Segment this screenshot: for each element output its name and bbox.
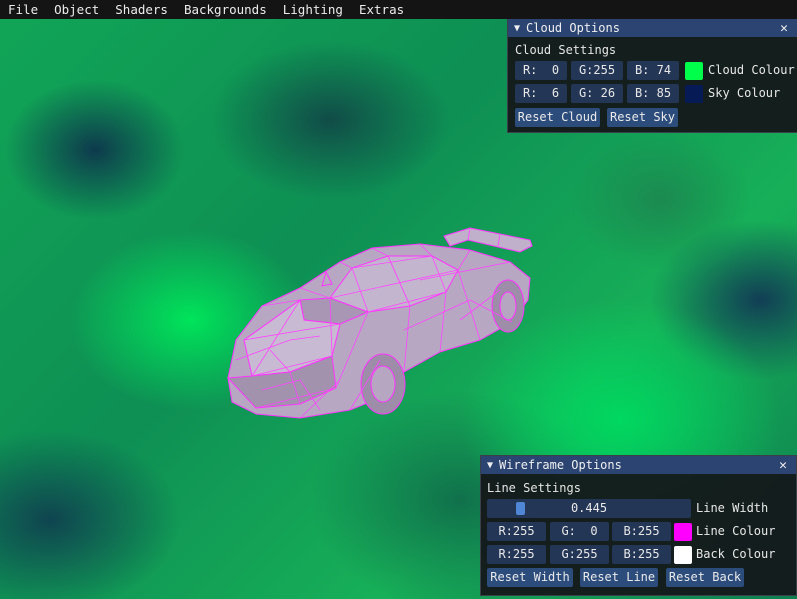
panel-title: Wireframe Options bbox=[499, 458, 622, 472]
cloud-colour-label: Cloud Colour bbox=[708, 63, 795, 77]
cloud-r-field[interactable]: R: 0 bbox=[515, 61, 567, 80]
menu-extras[interactable]: Extras bbox=[351, 0, 412, 19]
reset-width-button[interactable]: Reset Width bbox=[487, 568, 573, 587]
line-width-slider[interactable]: 0.445 bbox=[487, 499, 691, 518]
line-settings-label: Line Settings bbox=[487, 481, 581, 495]
back-colour-swatch[interactable] bbox=[674, 546, 692, 564]
sky-colour-swatch[interactable] bbox=[685, 85, 703, 103]
reset-sky-button[interactable]: Reset Sky bbox=[607, 108, 678, 127]
sky-r-field[interactable]: R: 6 bbox=[515, 84, 567, 103]
menu-backgrounds[interactable]: Backgrounds bbox=[176, 0, 275, 19]
back-g-field[interactable]: G:255 bbox=[550, 545, 609, 564]
line-g-field[interactable]: G: 0 bbox=[550, 522, 609, 541]
reset-cloud-button[interactable]: Reset Cloud bbox=[515, 108, 600, 127]
line-colour-label: Line Colour bbox=[696, 524, 776, 538]
back-r-field[interactable]: R:255 bbox=[487, 545, 546, 564]
cloud-g-field[interactable]: G:255 bbox=[571, 61, 623, 80]
line-colour-swatch[interactable] bbox=[674, 523, 692, 541]
cloud-settings-label: Cloud Settings bbox=[515, 43, 617, 57]
back-colour-label: Back Colour bbox=[696, 547, 776, 561]
menu-shaders[interactable]: Shaders bbox=[107, 0, 176, 19]
line-width-value: 0.445 bbox=[570, 501, 608, 515]
menu-file[interactable]: File bbox=[0, 0, 46, 19]
sky-g-field[interactable]: G: 26 bbox=[571, 84, 623, 103]
panel-title: Cloud Options bbox=[526, 21, 620, 35]
reset-line-button[interactable]: Reset Line bbox=[580, 568, 658, 587]
cloud-options-titlebar[interactable]: ▼ Cloud Options ✕ bbox=[508, 19, 797, 37]
sky-b-field[interactable]: B: 85 bbox=[627, 84, 679, 103]
menu-bar: File Object Shaders Backgrounds Lighting… bbox=[0, 0, 797, 19]
line-r-field[interactable]: R:255 bbox=[487, 522, 546, 541]
back-b-field[interactable]: B:255 bbox=[612, 545, 671, 564]
line-b-field[interactable]: B:255 bbox=[612, 522, 671, 541]
wireframe-options-panel: ▼ Wireframe Options ✕ Line Settings 0.44… bbox=[480, 455, 797, 596]
sky-colour-label: Sky Colour bbox=[708, 86, 781, 100]
reset-back-button[interactable]: Reset Back bbox=[666, 568, 744, 587]
close-icon[interactable]: ✕ bbox=[777, 21, 791, 36]
line-width-label: Line Width bbox=[696, 501, 769, 515]
cloud-colour-swatch[interactable] bbox=[685, 62, 703, 80]
wireframe-options-titlebar[interactable]: ▼ Wireframe Options ✕ bbox=[481, 456, 796, 474]
menu-object[interactable]: Object bbox=[46, 0, 107, 19]
close-icon[interactable]: ✕ bbox=[776, 458, 790, 473]
cloud-options-panel: ▼ Cloud Options ✕ Cloud Settings R: 0 G:… bbox=[507, 18, 797, 133]
cloud-b-field[interactable]: B: 74 bbox=[627, 61, 679, 80]
collapse-arrow-icon[interactable]: ▼ bbox=[514, 23, 520, 34]
menu-lighting[interactable]: Lighting bbox=[275, 0, 351, 19]
collapse-arrow-icon[interactable]: ▼ bbox=[487, 460, 493, 471]
